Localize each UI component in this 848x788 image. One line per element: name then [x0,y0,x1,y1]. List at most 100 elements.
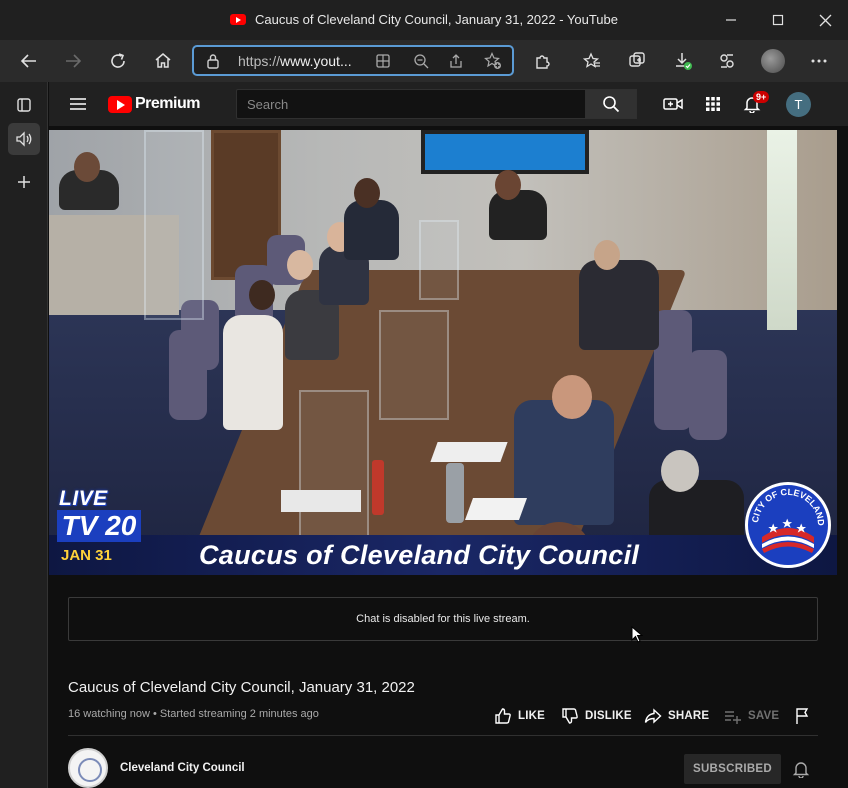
mouse-cursor-icon [631,626,643,644]
video-title: Caucus of Cleveland City Council, Januar… [68,679,415,696]
youtube-premium-logo[interactable]: Premium [108,94,200,114]
tv20-live-bug: LIVE TV 20 JAN 31 [57,487,141,575]
video-frame-glass-shield [419,220,459,300]
search-input[interactable]: Search [236,89,586,119]
lower-third-title: Caucus of Cleveland City Council [199,540,640,570]
city-seal-logo: CITY OF CLEVELAND OHIO [745,482,831,568]
video-frame-window [767,130,797,330]
performance-button[interactable] [714,48,740,74]
lock-icon[interactable] [206,53,220,69]
refresh-button[interactable] [105,48,131,74]
bell-icon [792,762,810,778]
audio-playing-tab[interactable] [8,123,40,155]
youtube-play-logo-icon [108,95,132,113]
guide-menu-button[interactable] [69,95,87,113]
home-button[interactable] [150,48,176,74]
chat-disabled-message: Chat is disabled for this live stream. [356,613,530,625]
video-meta: 16 watching now • Started streaming 2 mi… [68,708,319,720]
city-seal-graphic: CITY OF CLEVELAND OHIO [748,485,826,553]
share-button[interactable]: SHARE [644,707,709,725]
video-frame-person-head [495,170,521,200]
thumbs-down-icon [562,708,578,724]
profile-avatar [761,49,785,73]
video-frame-person-head [552,375,592,419]
create-video-button[interactable] [663,94,683,114]
tab-actions-button[interactable] [8,89,40,121]
downloads-button[interactable] [670,48,696,74]
share-page-icon[interactable] [447,52,465,70]
window-title-bar: Caucus of Cleveland City Council, Januar… [0,0,848,40]
video-frame-person [223,315,283,430]
report-button[interactable] [795,707,817,725]
channel-avatar[interactable] [68,748,108,788]
info-divider [68,735,818,736]
video-frame-glass-shield [299,390,369,540]
tv20-channel-text: TV 20 [57,510,141,542]
like-label: LIKE [518,710,545,722]
user-avatar-button[interactable]: T [786,92,811,117]
extensions-button[interactable] [529,48,555,74]
video-frame-person-head [354,178,380,208]
forward-button[interactable] [60,48,86,74]
back-button[interactable] [16,48,42,74]
new-tab-button[interactable] [8,166,40,198]
profile-avatar-button[interactable] [760,48,786,74]
split-screen-icon[interactable] [374,52,392,70]
tv20-live-text: LIVE [59,487,108,510]
video-frame-tv [421,130,589,174]
channel-name[interactable]: Cleveland City Council [120,762,245,774]
maximize-button[interactable] [766,8,790,32]
collections-button[interactable] [624,48,650,74]
video-frame-person [489,190,547,240]
video-frame-glass-shield [144,130,204,320]
minimize-button[interactable] [719,8,743,32]
playlist-add-icon [725,711,741,724]
apps-grid-icon [706,97,720,111]
video-player[interactable]: Caucus of Cleveland City Council LIVE TV… [49,130,837,575]
video-frame-person-head [74,152,100,182]
user-initial: T [794,97,803,112]
url-prefix: https:// [238,53,281,69]
video-frame-paper [464,498,528,520]
video-frame-person-head [594,240,620,270]
tv20-date-text: JAN 31 [61,547,112,564]
like-button[interactable]: LIKE [494,707,545,725]
add-favorite-icon[interactable] [484,52,502,70]
video-frame-person [579,260,659,350]
dislike-label: DISLIKE [585,710,632,722]
favorites-button[interactable] [579,48,605,74]
video-frame-person-head [661,450,699,492]
address-bar[interactable]: https://www.yout... [192,45,514,76]
video-camera-plus-icon [663,98,683,110]
settings-more-button[interactable] [806,48,832,74]
video-frame-chair [654,310,692,430]
window-title-text: Caucus of Cleveland City Council, Januar… [254,12,619,27]
video-frame-paper [430,442,508,462]
video-frame-person [649,480,744,540]
video-frame-bottle [446,463,464,523]
youtube-page: Premium Search 9+ T Caucus of Cleveland … [49,82,848,788]
zoom-out-icon[interactable] [412,52,430,70]
channel-notification-bell-button[interactable] [792,760,810,778]
apps-button[interactable] [703,94,723,114]
youtube-masthead: Premium Search 9+ T [49,82,848,126]
share-label: SHARE [668,710,710,722]
save-button[interactable]: SAVE [724,707,779,725]
url-host: www.yout... [280,53,352,69]
save-label: SAVE [748,710,780,722]
logo-text: Premium [135,95,200,112]
close-window-button[interactable] [813,8,837,32]
search-button[interactable] [585,89,637,119]
search-placeholder: Search [247,97,289,112]
lower-third-banner: Caucus of Cleveland City Council [49,535,837,575]
video-frame-person [514,400,614,525]
video-frame-glass-shield [379,310,449,420]
subscribed-button[interactable]: SUBSCRIBED [684,754,781,784]
dislike-button[interactable]: DISLIKE [561,707,632,725]
video-frame-bottle [372,460,384,515]
video-frame-person [344,200,399,260]
video-frame-person-head [249,280,275,310]
url-text[interactable]: https://www.yout... [238,53,352,69]
notification-count-badge: 9+ [753,91,770,103]
search-icon [603,96,620,113]
